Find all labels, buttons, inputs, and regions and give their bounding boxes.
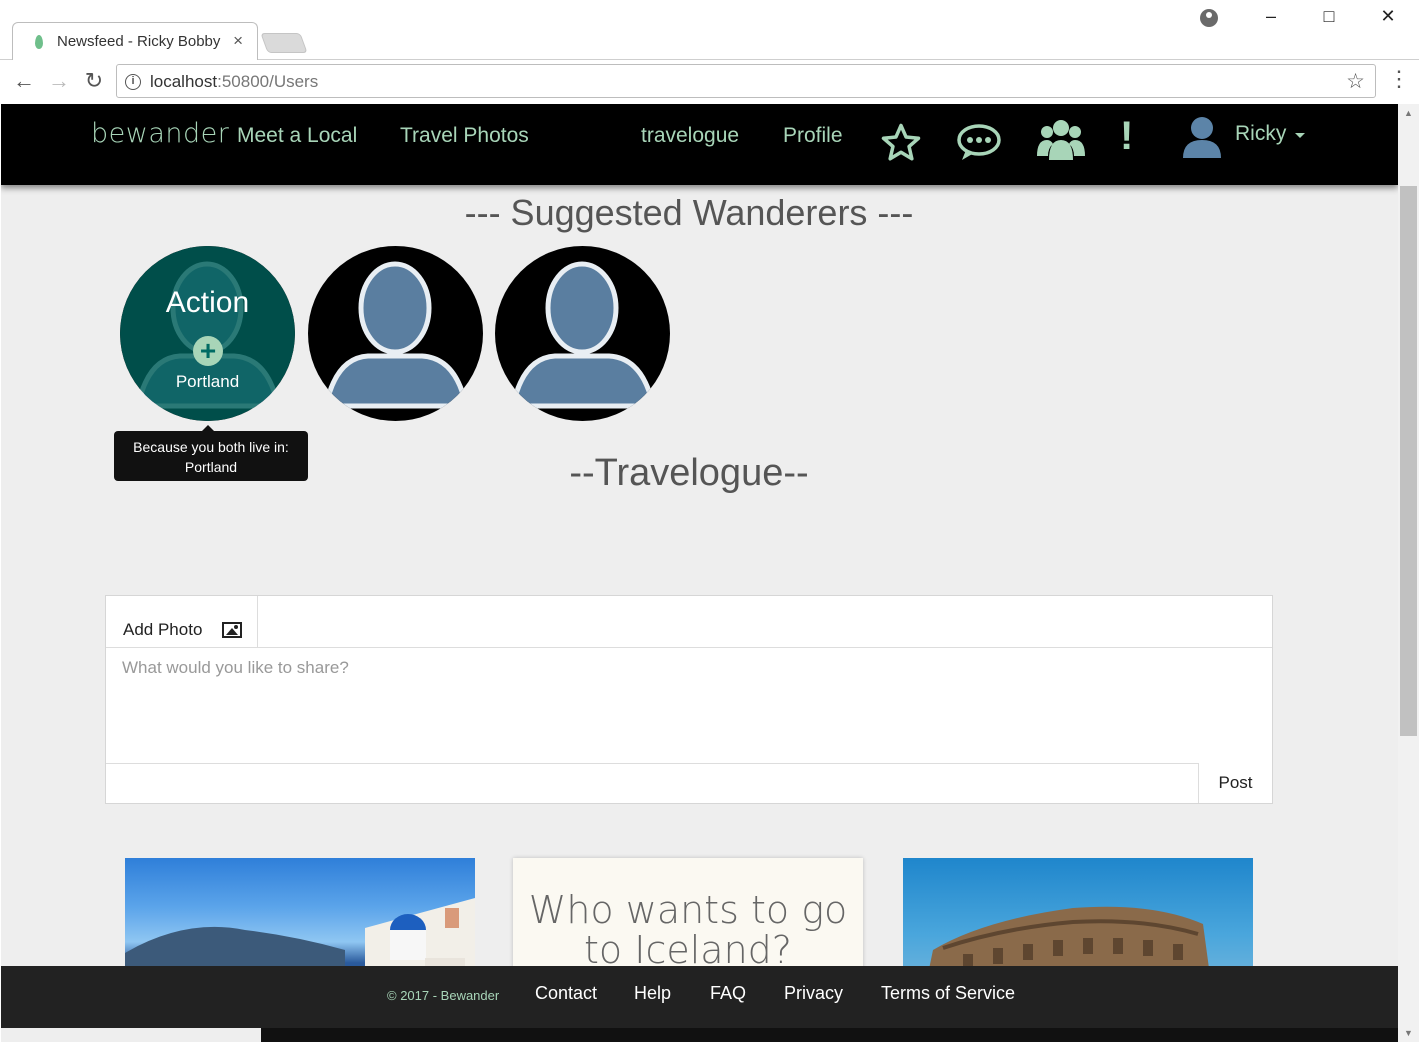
wanderer-avatar-icon	[322, 261, 470, 409]
add-photo-label: Add Photo	[123, 620, 203, 639]
favicon-icon	[35, 35, 43, 49]
wanderer-action-overlay	[120, 246, 295, 421]
bottom-strip	[261, 1028, 1398, 1042]
wanderer-avatar-icon	[509, 261, 657, 409]
url-text[interactable]: localhost:50800/Users	[150, 72, 318, 92]
wanderer-card[interactable]	[495, 246, 670, 421]
url-path: :50800/Users	[217, 72, 319, 91]
url-host: localhost	[150, 72, 218, 91]
page-scrollbar[interactable]: ▲ ▼	[1398, 104, 1419, 1042]
back-icon[interactable]: ←	[10, 68, 38, 94]
travelogue-title: --Travelogue--	[569, 452, 809, 494]
alert-icon[interactable]: !	[1120, 114, 1133, 159]
chevron-down-icon[interactable]	[1295, 133, 1305, 138]
browser-menu-icon[interactable]: ⋮	[1388, 66, 1410, 92]
reload-icon[interactable]: ↻	[80, 68, 108, 94]
maximize-icon[interactable]: □	[1314, 6, 1344, 27]
image-icon	[222, 622, 242, 638]
footer-link-terms[interactable]: Terms of Service	[881, 983, 1015, 1004]
add-photo-button[interactable]: Add Photo	[106, 596, 258, 648]
wanderer-city-label: Portland	[175, 372, 240, 391]
address-bar[interactable]: i localhost:50800/Users ☆	[116, 64, 1376, 98]
scroll-up-icon[interactable]: ▲	[1404, 108, 1413, 118]
star-icon[interactable]	[879, 122, 923, 169]
account-icon[interactable]	[1200, 9, 1218, 27]
tab-close-icon[interactable]: ×	[233, 31, 243, 51]
group-icon[interactable]	[1037, 118, 1085, 167]
app-navbar: bewander Meet a Local Travel Photos trav…	[1, 104, 1398, 185]
minimize-icon[interactable]: –	[1256, 6, 1286, 27]
site-info-icon[interactable]: i	[125, 74, 141, 90]
forward-icon[interactable]: →	[45, 68, 73, 94]
wanderer-action-label: Action	[165, 286, 250, 319]
scroll-down-icon[interactable]: ▼	[1404, 1028, 1413, 1038]
suggested-title: --- Suggested Wanderers ---	[464, 192, 914, 233]
wanderer-card[interactable]	[308, 246, 483, 421]
post-button[interactable]: Post	[1198, 763, 1272, 803]
add-wanderer-button[interactable]: +	[193, 336, 223, 366]
footer-link-faq[interactable]: FAQ	[710, 983, 746, 1004]
avatar[interactable]	[1181, 114, 1223, 158]
user-menu[interactable]: Ricky	[1235, 122, 1286, 146]
close-window-icon[interactable]: ✕	[1373, 6, 1403, 27]
brand-logo[interactable]: bewander	[91, 118, 229, 149]
divider	[106, 763, 1272, 764]
browser-tab[interactable]: Newsfeed - Ricky Bobby ×	[12, 22, 258, 60]
post-card-text: Who wants to go to Iceland?	[528, 888, 848, 972]
footer-link-contact[interactable]: Contact	[535, 983, 597, 1004]
nav-meet-a-local[interactable]: Meet a Local	[237, 124, 357, 148]
browser-tabstrip: Newsfeed - Ricky Bobby × – □ ✕	[0, 0, 1419, 60]
footer-copyright: © 2017 - Bewander	[387, 988, 500, 1003]
browser-toolbar: ← → ↻ i localhost:50800/Users ☆ ⋮	[0, 60, 1419, 104]
new-tab-button[interactable]	[260, 33, 308, 53]
scrollbar-thumb[interactable]	[1400, 186, 1417, 736]
nav-profile[interactable]: Profile	[783, 124, 843, 148]
chat-icon[interactable]	[956, 122, 1002, 167]
page-footer: © 2017 - Bewander Contact Help FAQ Priva…	[1, 966, 1398, 1028]
footer-link-help[interactable]: Help	[634, 983, 671, 1004]
post-composer: Add Photo Post	[105, 595, 1273, 804]
bookmark-star-icon[interactable]: ☆	[1346, 69, 1365, 94]
wanderer-card-portland[interactable]: Action + Portland	[120, 246, 295, 421]
share-textarea[interactable]	[106, 648, 1272, 763]
page-viewport: bewander Meet a Local Travel Photos trav…	[1, 104, 1398, 1042]
nav-travel-photos[interactable]: Travel Photos	[400, 124, 529, 148]
tab-title: Newsfeed - Ricky Bobby	[57, 33, 221, 50]
nav-travelogue[interactable]: travelogue	[641, 124, 739, 148]
footer-link-privacy[interactable]: Privacy	[784, 983, 843, 1004]
